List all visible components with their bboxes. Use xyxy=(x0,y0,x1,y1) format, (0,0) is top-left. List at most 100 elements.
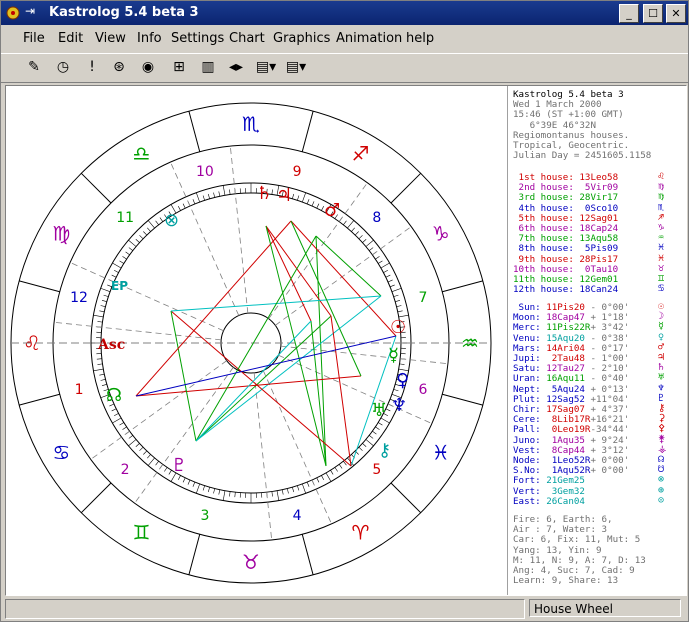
chart-header-line: Julian Day = 2451605.1158 xyxy=(513,150,652,162)
degree-tick xyxy=(128,435,133,439)
degree-tick xyxy=(202,195,205,201)
house-number: 2 xyxy=(121,462,130,478)
degree-tick xyxy=(222,490,226,501)
degree-tick xyxy=(321,475,325,480)
degree-tick xyxy=(397,310,403,313)
degree-tick xyxy=(281,489,284,495)
wheel-planet-glyph-icon: ♂ xyxy=(324,200,340,221)
wheel-planet-glyph-icon: ⚷ xyxy=(378,440,391,461)
degree-tick xyxy=(380,262,390,269)
sign-divider xyxy=(80,172,112,204)
title-bar[interactable]: ⇥ Kastrolog 5.4 beta 3 _ ☐ ✕ xyxy=(1,1,688,25)
house-number: 9 xyxy=(293,164,302,180)
degree-tick xyxy=(93,368,104,372)
house-cusp-line xyxy=(69,262,224,332)
aspect-line xyxy=(315,235,382,297)
film-icon[interactable]: ▥ xyxy=(197,56,219,78)
degree-tick xyxy=(347,220,355,229)
aspect-line xyxy=(290,220,397,337)
house-number: 11 xyxy=(116,210,134,226)
degree-tick xyxy=(155,461,159,466)
degree-tick xyxy=(164,467,168,472)
degree-tick xyxy=(393,294,399,297)
degree-tick xyxy=(325,472,332,482)
clock-icon[interactable]: ◷ xyxy=(52,56,74,78)
list-dropdown-icon[interactable]: ▤▾ xyxy=(255,56,277,78)
east-point-label: EP xyxy=(111,279,128,293)
degree-tick xyxy=(147,457,155,466)
minimize-button[interactable]: _ xyxy=(619,4,639,23)
degree-tick xyxy=(351,227,355,232)
degree-tick xyxy=(297,485,300,491)
degree-tick xyxy=(306,199,310,205)
degree-tick xyxy=(358,235,363,240)
list-dropdown-icon[interactable]: ▤▾ xyxy=(285,56,307,78)
degree-tick xyxy=(125,251,130,256)
status-view-label: House Wheel xyxy=(529,599,681,617)
degree-tick xyxy=(311,201,315,207)
planet-label: East: xyxy=(513,495,547,507)
zodiac-sign-glyph-icon: ♈ xyxy=(352,521,370,545)
sign-divider xyxy=(390,172,422,204)
grid-icon[interactable]: ⊞ xyxy=(168,56,190,78)
degree-tick xyxy=(128,247,133,251)
open-icon[interactable]: ✎ xyxy=(23,56,45,78)
house-wheel-chart[interactable]: ♌♍♎♏♐♑♒♓♈♉♊♋123 456789101112AscEP☉☿♀♆♅♃♄♂… xyxy=(6,86,506,595)
app-icon xyxy=(6,6,20,20)
zodiac-sign-glyph-icon: ♏ xyxy=(242,112,260,136)
house-number: 12 xyxy=(70,290,88,306)
degree-tick xyxy=(362,239,367,243)
degree-tick xyxy=(297,195,300,201)
degree-tick xyxy=(369,435,374,439)
menu-info[interactable]: Info xyxy=(137,31,162,46)
degree-tick xyxy=(101,299,107,302)
degree-tick xyxy=(147,227,151,232)
degree-tick xyxy=(97,321,103,323)
menu-view[interactable]: View xyxy=(95,31,126,46)
wheel-icon[interactable]: ⊛ xyxy=(108,56,130,78)
app-window: ⇥ Kastrolog 5.4 beta 3 _ ☐ ✕ File Edit V… xyxy=(0,0,689,622)
degree-tick xyxy=(99,373,105,376)
degree-tick xyxy=(385,274,391,278)
menu-help[interactable]: help xyxy=(406,31,434,46)
degree-tick xyxy=(119,422,124,426)
menu-file[interactable]: File xyxy=(23,31,45,46)
maximize-button[interactable]: ☐ xyxy=(643,4,663,23)
wheel-planet-glyph-icon: ♄ xyxy=(256,183,272,204)
sign-divider xyxy=(188,111,201,152)
house-cusp-line xyxy=(253,372,273,540)
zodiac-sign-glyph-icon: ♋ xyxy=(52,441,70,465)
arrows-icon[interactable]: ◂▸ xyxy=(225,56,247,78)
house-number: 7 xyxy=(418,290,427,306)
wheel-planet-glyph-icon: ☉ xyxy=(390,317,406,338)
menu-edit[interactable]: Edit xyxy=(58,31,83,46)
degree-tick xyxy=(343,220,347,225)
sign-divider xyxy=(188,534,201,575)
degree-tick xyxy=(383,269,388,273)
menu-settings[interactable]: Settings xyxy=(171,31,224,46)
degree-tick xyxy=(334,467,338,472)
degree-tick xyxy=(292,193,295,199)
degree-tick xyxy=(192,199,196,205)
menu-chart[interactable]: Chart xyxy=(229,31,265,46)
degree-tick xyxy=(143,231,148,236)
element-summary-line: Learn: 9, Share: 13 xyxy=(513,575,619,587)
degree-tick xyxy=(213,488,216,494)
aspect-line xyxy=(195,315,332,442)
wheel-target-icon[interactable]: ◉ xyxy=(137,56,159,78)
house-cusp-line xyxy=(134,367,234,504)
degree-tick xyxy=(147,220,155,229)
pin-icon[interactable]: ⇥ xyxy=(25,4,35,18)
status-left xyxy=(5,599,525,619)
degree-tick xyxy=(100,305,106,308)
wheel-planet-glyph-icon: ⊗ xyxy=(164,210,179,231)
house-number: 8 xyxy=(372,210,381,226)
close-button[interactable]: ✕ xyxy=(666,4,686,23)
aspect-line xyxy=(330,315,352,467)
menu-graphics[interactable]: Graphics xyxy=(273,31,330,46)
exclamation-icon[interactable]: ! xyxy=(81,56,103,78)
degree-tick xyxy=(375,426,380,430)
menu-animation[interactable]: Animation xyxy=(336,31,402,46)
degree-tick xyxy=(213,192,216,198)
degree-tick xyxy=(234,492,236,498)
